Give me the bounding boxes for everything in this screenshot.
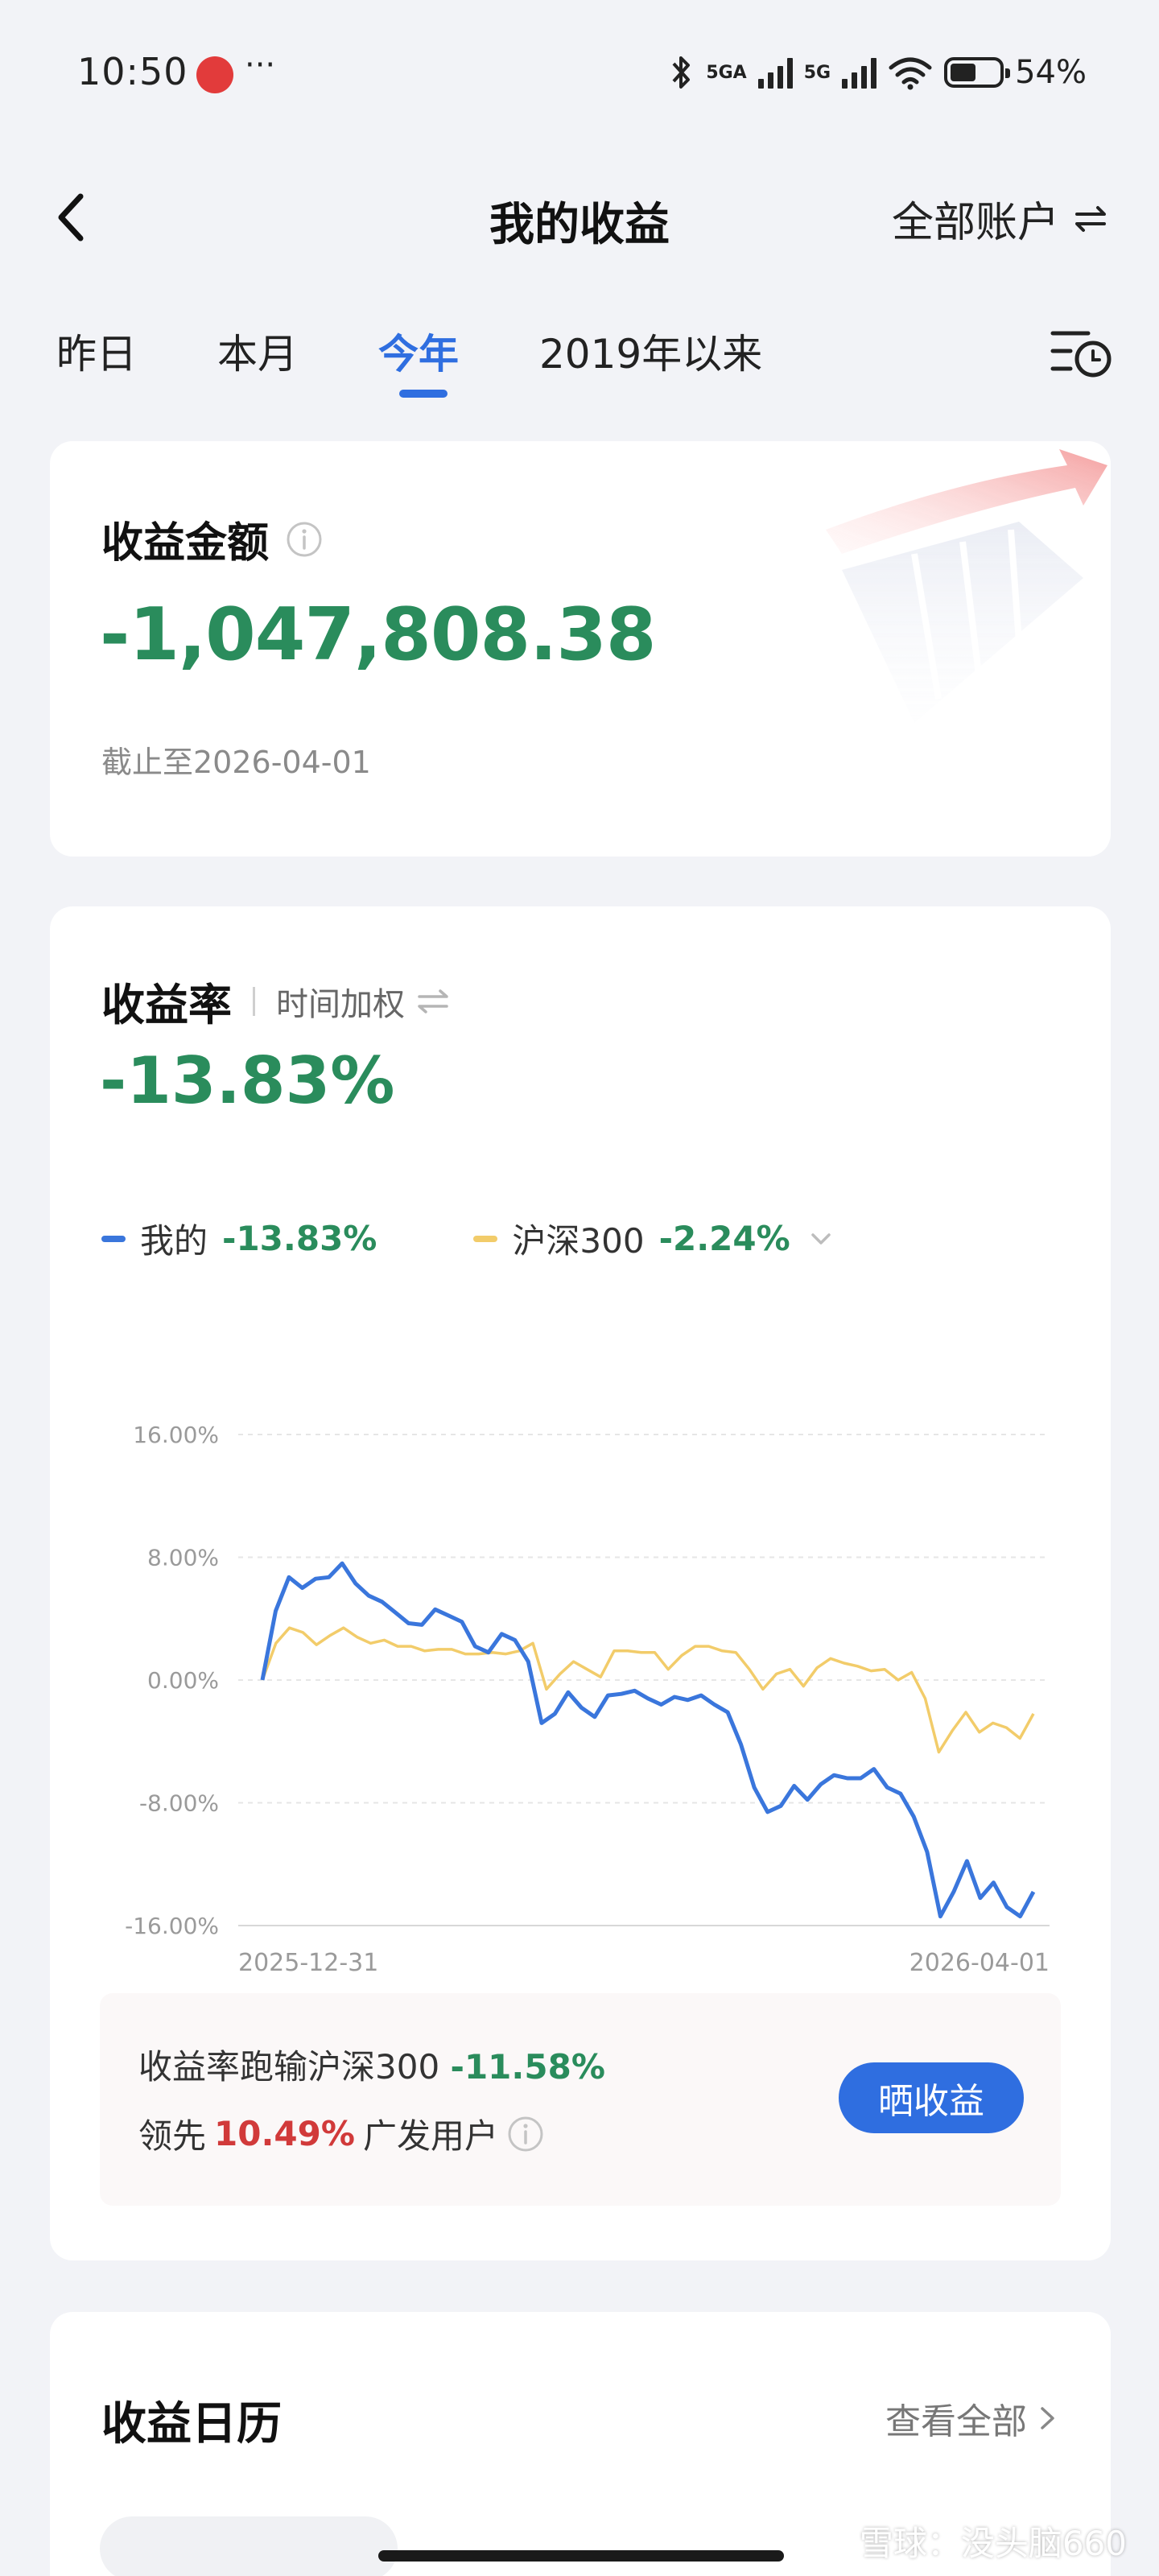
share-profit-button[interactable]: 晒收益	[839, 2062, 1024, 2133]
underperform-text: 收益率跑输沪深300 -11.58%	[138, 2040, 605, 2089]
underperform-label: 收益率跑输沪深300	[138, 2047, 440, 2087]
battery-icon	[944, 57, 1011, 88]
history-clock-icon[interactable]	[1048, 320, 1116, 385]
wifi-icon	[889, 57, 932, 90]
view-all-label: 查看全部	[885, 2401, 1027, 2442]
user-rank-text: 领先 10.49% 广发用户	[138, 2109, 545, 2158]
y-tick-label: -8.00%	[139, 1790, 219, 1817]
profit-amount-title: 收益金额	[101, 509, 324, 569]
legend-swatch-mine	[101, 1235, 126, 1242]
info-icon[interactable]	[285, 520, 324, 559]
y-tick-label: -16.00%	[125, 1913, 219, 1939]
rank-suffix: 广发用户	[362, 2116, 498, 2156]
active-tab-indicator	[399, 390, 448, 398]
divider	[253, 986, 255, 1016]
top-nav-bar: 我的收益 全部账户	[0, 161, 1159, 274]
period-tabs: 昨日 本月 今年 2019年以来	[0, 314, 1159, 411]
return-rate-title: 收益率	[101, 980, 232, 1030]
rising-chart-decoration-icon	[826, 449, 1107, 723]
network-label-1: 5GA	[706, 62, 747, 83]
signal-icon-2	[842, 56, 877, 89]
watermark: 雪球：没头脑660	[859, 2524, 1127, 2563]
profit-amount-label: 收益金额	[101, 519, 270, 568]
legend-swatch-benchmark	[473, 1235, 498, 1242]
x-tick-label: 2026-04-01	[909, 1949, 1050, 1977]
signal-icon-1	[757, 56, 793, 89]
account-switch-button[interactable]: 全部账户	[892, 188, 1109, 249]
legend-value-benchmark: -2.24%	[658, 1219, 790, 1258]
y-tick-label: 16.00%	[133, 1422, 219, 1448]
legend-value-mine: -13.83%	[222, 1219, 377, 1258]
return-rate-card: 收益率 时间加权 -13.83% 我的 -13.83% 沪深300 -2.24%…	[50, 906, 1111, 2260]
legend-name-benchmark: 沪深300	[512, 1221, 645, 1261]
rank-value: 10.49%	[214, 2114, 355, 2153]
chart-legend: 我的 -13.83% 沪深300 -2.24%	[101, 1214, 837, 1263]
chevron-right-icon	[1041, 2407, 1054, 2429]
network-label-2: 5G	[803, 62, 831, 83]
swap-arrows-icon	[1075, 205, 1106, 232]
return-rate-header: 收益率 时间加权	[101, 969, 452, 1033]
weighting-label: 时间加权	[276, 985, 405, 1023]
tab-this-year[interactable]: 今年	[378, 322, 459, 380]
swap-arrows-icon	[418, 989, 448, 1013]
profit-amount-value: -1,047,808.38	[100, 592, 657, 677]
profit-calendar-title: 收益日历	[101, 2398, 282, 2450]
profit-amount-card: 收益金额 -1,047,808.38 截止至2026-04-01	[50, 441, 1111, 857]
weighting-toggle[interactable]: 时间加权	[276, 978, 452, 1025]
info-icon[interactable]	[506, 2115, 545, 2153]
bluetooth-icon	[672, 56, 691, 89]
series-line-benchmark	[261, 1626, 1035, 1754]
return-rate-value: -13.83%	[100, 1043, 395, 1118]
tab-since-2019[interactable]: 2019年以来	[539, 322, 762, 380]
calendar-view-toggle[interactable]	[100, 2516, 398, 2576]
status-indicators: 5GA 5G 54%	[667, 50, 1087, 95]
underperform-value: -11.58%	[450, 2047, 605, 2087]
legend-name-mine: 我的	[140, 1221, 208, 1261]
home-indicator[interactable]	[378, 2550, 784, 2562]
battery-percent: 54%	[1015, 54, 1087, 91]
x-tick-label: 2025-12-31	[238, 1949, 378, 1977]
tab-this-month[interactable]: 本月	[217, 322, 298, 380]
account-label: 全部账户	[891, 199, 1059, 247]
view-all-link[interactable]: 查看全部	[885, 2392, 1058, 2444]
chevron-down-icon[interactable]	[805, 1227, 837, 1251]
status-time: 10:50	[77, 50, 188, 93]
profit-as-of-date: 截止至2026-04-01	[101, 745, 371, 780]
app-notification-icon	[196, 56, 233, 93]
more-notifications-icon: ···	[245, 47, 276, 84]
benchmark-comparison-box: 收益率跑输沪深300 -11.58% 领先 10.49% 广发用户 晒收益	[100, 1993, 1061, 2206]
status-bar: 10:50 ··· 5GA 5G 54%	[0, 0, 1159, 145]
y-tick-label: 0.00%	[147, 1667, 219, 1694]
series-line-mine	[260, 1561, 1036, 1919]
legend-item-benchmark[interactable]: 沪深300 -2.24%	[473, 1214, 836, 1263]
y-tick-label: 8.00%	[147, 1545, 219, 1571]
legend-item-mine[interactable]: 我的 -13.83%	[101, 1214, 377, 1263]
tab-yesterday[interactable]: 昨日	[56, 322, 137, 380]
return-rate-line-chart: 16.00% 8.00% 0.00% -8.00% -16.00% 2025-12-31 2…	[125, 1422, 1050, 1977]
rank-prefix: 领先	[138, 2116, 207, 2156]
